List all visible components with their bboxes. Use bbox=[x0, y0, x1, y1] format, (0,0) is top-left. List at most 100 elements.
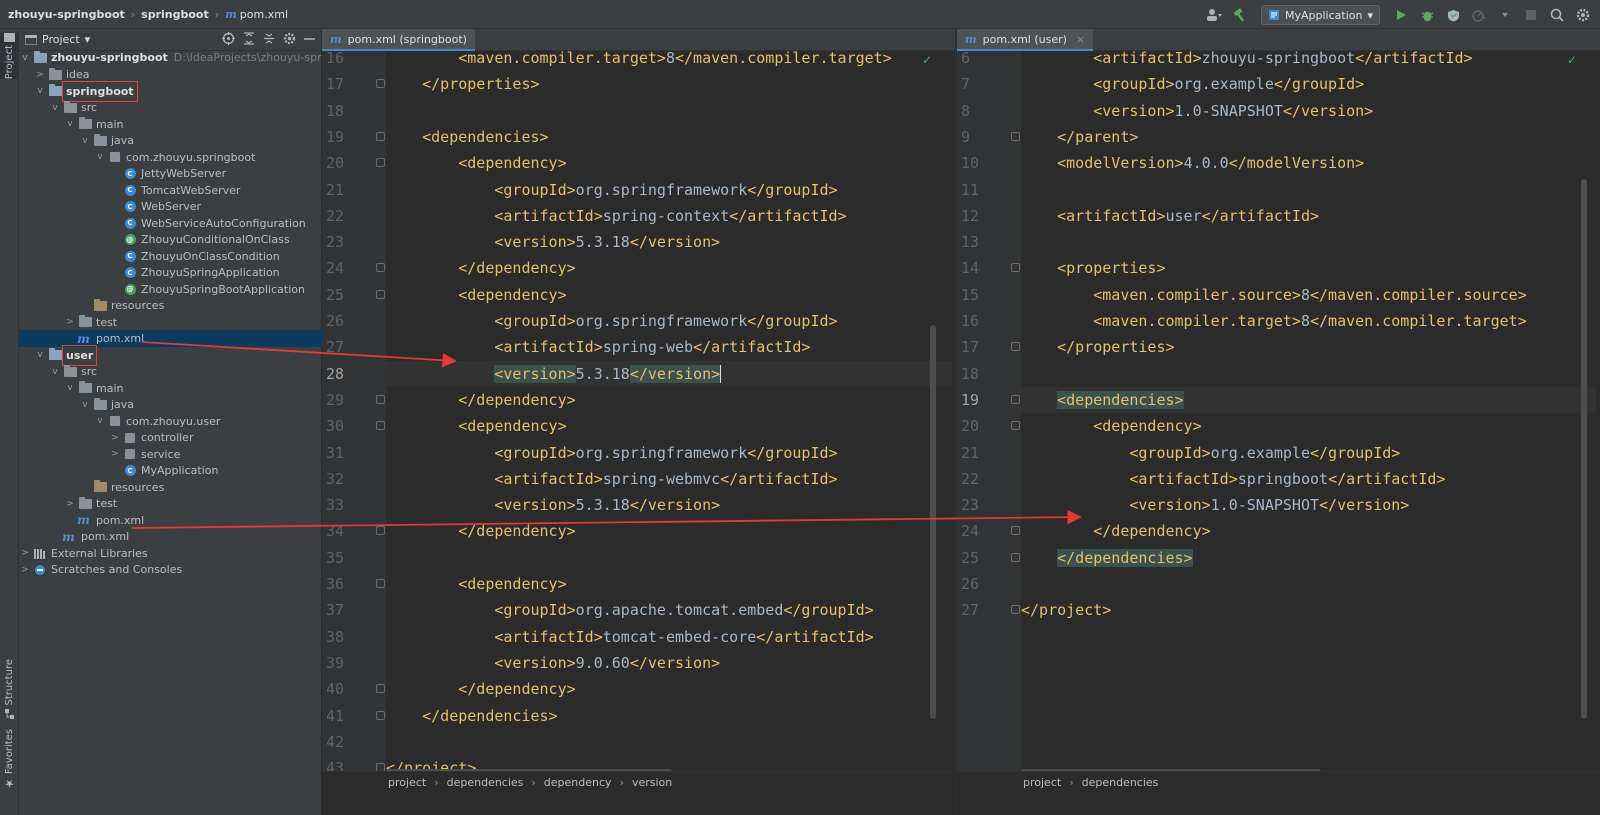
expand-all-icon[interactable] bbox=[243, 32, 255, 48]
fold-marker-icon[interactable] bbox=[376, 579, 385, 588]
code-line[interactable]: <dependencies> bbox=[1021, 386, 1596, 413]
fold-marker-icon[interactable] bbox=[1011, 131, 1020, 141]
tree-row[interactable]: @ ZhouyuConditionalOnClass bbox=[19, 231, 322, 248]
code-line[interactable]: </dependencies> bbox=[1021, 545, 1596, 571]
code-line[interactable]: <artifactId>tomcat-embed-core</artifactI… bbox=[386, 624, 952, 650]
code-line[interactable]: <version>1.0-SNAPSHOT</version> bbox=[1021, 492, 1596, 518]
code-line[interactable]: </dependency> bbox=[1021, 518, 1596, 544]
code-line[interactable]: <dependency> bbox=[1021, 413, 1596, 439]
breadcrumb-module[interactable]: springboot bbox=[141, 8, 209, 21]
tree-row[interactable]: v com.zhouyu.user bbox=[19, 413, 322, 430]
tool-tab-structure[interactable]: Structure bbox=[0, 659, 19, 719]
code-line[interactable]: </project> bbox=[1021, 597, 1596, 623]
tree-row[interactable]: v main bbox=[19, 116, 322, 133]
tree-row[interactable]: m pom.xml bbox=[19, 512, 322, 529]
project-view-selector[interactable]: Project bbox=[42, 33, 80, 46]
code-line[interactable]: <dependency> bbox=[386, 571, 952, 597]
tool-tab-project[interactable]: Project bbox=[0, 33, 19, 80]
code-line[interactable]: <groupId>org.springframework</groupId> bbox=[386, 308, 952, 334]
profile-icon[interactable] bbox=[1468, 4, 1490, 26]
chevron-down-icon[interactable]: v bbox=[79, 136, 91, 146]
tree-row[interactable]: m pom.xml bbox=[19, 528, 322, 545]
code-line[interactable]: <version>5.3.18</version> bbox=[386, 229, 952, 255]
chevron-down-icon[interactable]: v bbox=[49, 103, 61, 113]
breadcrumb-file[interactable]: pom.xml bbox=[240, 8, 288, 21]
tree-row[interactable]: C MyApplication bbox=[19, 462, 322, 479]
vertical-scrollbar[interactable] bbox=[1581, 179, 1587, 719]
tree-row[interactable]: v src bbox=[19, 99, 322, 116]
run-icon[interactable] bbox=[1390, 4, 1412, 26]
fold-marker-icon[interactable] bbox=[376, 526, 385, 536]
code-line[interactable]: <version>1.0-SNAPSHOT</version> bbox=[1021, 98, 1596, 124]
fold-marker-icon[interactable] bbox=[376, 131, 385, 141]
tree-row[interactable]: > service bbox=[19, 446, 322, 463]
code-line[interactable]: </dependency> bbox=[386, 676, 952, 702]
code-line[interactable]: </dependency> bbox=[386, 518, 952, 544]
close-tab-icon[interactable]: × bbox=[1076, 33, 1085, 46]
code-line[interactable] bbox=[386, 729, 952, 755]
code-editor[interactable]: <maven.compiler.target>8</maven.compiler… bbox=[386, 51, 952, 793]
code-line[interactable]: <maven.compiler.source>8</maven.compiler… bbox=[1021, 282, 1596, 308]
run-configuration-select[interactable]: MyApplication ▾ bbox=[1261, 5, 1380, 25]
fold-marker-icon[interactable] bbox=[376, 79, 385, 89]
tree-row[interactable]: > test bbox=[19, 495, 322, 512]
minimize-icon[interactable] bbox=[304, 32, 315, 48]
code-line[interactable]: <groupId>org.example</groupId> bbox=[1021, 71, 1596, 97]
chevron-down-icon[interactable]: v bbox=[94, 152, 106, 162]
tab-pom-user[interactable]: m pom.xml (user) × bbox=[957, 29, 1094, 51]
code-line[interactable]: <artifactId>springboot</artifactId> bbox=[1021, 466, 1596, 492]
code-line[interactable]: <dependency> bbox=[386, 282, 952, 308]
tree-row[interactable]: resources bbox=[19, 479, 322, 496]
locate-target-icon[interactable] bbox=[222, 32, 235, 48]
tree-row[interactable]: v springboot bbox=[19, 80, 322, 102]
tree-row[interactable]: > test bbox=[19, 314, 322, 331]
chevron-right-icon[interactable]: > bbox=[64, 499, 76, 509]
code-line[interactable]: <groupId>org.springframework</groupId> bbox=[386, 440, 952, 466]
tree-row[interactable]: C JettyWebServer bbox=[19, 165, 322, 182]
tree-row[interactable]: > controller bbox=[19, 429, 322, 446]
code-line[interactable]: <properties> bbox=[1021, 255, 1596, 281]
collapse-all-icon[interactable] bbox=[263, 32, 275, 48]
code-line[interactable]: <groupId>org.springframework</groupId> bbox=[386, 177, 952, 203]
code-line[interactable] bbox=[386, 545, 952, 571]
tree-row[interactable]: C ZhouyuOnClassCondition bbox=[19, 248, 322, 265]
tree-row[interactable]: resources bbox=[19, 297, 322, 314]
fold-marker-icon[interactable] bbox=[376, 263, 385, 273]
tree-row[interactable]: C ZhouyuSpringApplication bbox=[19, 264, 322, 281]
code-line[interactable]: </dependencies> bbox=[386, 703, 952, 729]
chevron-down-icon[interactable]: v bbox=[64, 119, 76, 129]
code-line[interactable]: </parent> bbox=[1021, 124, 1596, 150]
gear-icon[interactable] bbox=[283, 32, 296, 48]
tree-row[interactable]: v main bbox=[19, 380, 322, 397]
tree-row[interactable]: > Scratches and Consoles bbox=[19, 561, 322, 578]
user-icon[interactable] bbox=[1203, 4, 1225, 26]
fold-marker-icon[interactable] bbox=[376, 158, 385, 168]
code-line[interactable]: </properties> bbox=[386, 71, 952, 97]
code-line[interactable]: <artifactId>spring-web</artifactId> bbox=[386, 334, 952, 360]
code-editor[interactable]: <artifactId>zhouyu-springboot</artifactI… bbox=[1021, 51, 1596, 793]
chevron-right-icon[interactable]: > bbox=[34, 70, 46, 80]
chevron-down-icon[interactable]: v bbox=[34, 86, 46, 96]
chevron-down-icon[interactable]: v bbox=[64, 383, 76, 393]
code-breadcrumb-item[interactable]: dependencies bbox=[447, 776, 524, 789]
fold-marker-icon[interactable] bbox=[376, 710, 385, 720]
chevron-down-icon[interactable]: v bbox=[19, 53, 31, 63]
chevron-down-icon[interactable]: v bbox=[94, 416, 106, 426]
chevron-right-icon[interactable]: > bbox=[19, 548, 31, 558]
code-breadcrumb-item[interactable]: version bbox=[632, 776, 672, 789]
debug-icon[interactable] bbox=[1416, 4, 1438, 26]
search-icon[interactable] bbox=[1546, 4, 1568, 26]
tree-row[interactable]: v user bbox=[19, 344, 322, 366]
vertical-scrollbar[interactable] bbox=[930, 325, 936, 719]
code-line[interactable]: <dependencies> bbox=[386, 124, 952, 150]
tree-row[interactable]: v com.zhouyu.springboot bbox=[19, 149, 322, 166]
stop-icon[interactable] bbox=[1520, 4, 1542, 26]
chevron-down-icon[interactable]: v bbox=[49, 367, 61, 377]
tree-row[interactable]: @ ZhouyuSpringBootApplication bbox=[19, 281, 322, 298]
code-line[interactable]: <artifactId>spring-context</artifactId> bbox=[386, 203, 952, 229]
code-line[interactable]: </properties> bbox=[1021, 334, 1596, 360]
code-line[interactable]: <version>9.0.60</version> bbox=[386, 650, 952, 676]
settings-gear-icon[interactable] bbox=[1572, 4, 1594, 26]
tree-row[interactable]: > External Libraries bbox=[19, 545, 322, 562]
coverage-icon[interactable] bbox=[1442, 4, 1464, 26]
